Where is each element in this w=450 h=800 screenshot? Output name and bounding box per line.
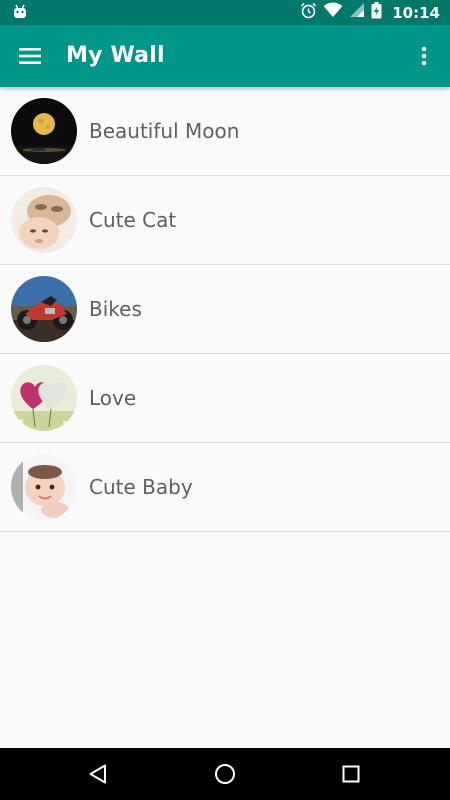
moon-thumbnail — [11, 98, 77, 164]
back-icon[interactable] — [85, 760, 113, 788]
bike-thumbnail — [11, 276, 77, 342]
home-icon[interactable] — [211, 760, 239, 788]
wifi-icon — [323, 2, 343, 23]
alarm-icon — [300, 2, 317, 24]
list-item[interactable]: Cute Cat — [0, 176, 450, 265]
battery-icon — [371, 1, 382, 24]
recents-icon[interactable] — [337, 760, 365, 788]
category-list: Beautiful Moon Cute Cat Bikes Love Cute … — [0, 87, 450, 532]
more-vert-icon[interactable] — [410, 40, 438, 72]
list-item[interactable]: Beautiful Moon — [0, 87, 450, 176]
android-debug-icon — [12, 4, 28, 25]
list-item-label: Beautiful Moon — [89, 119, 240, 143]
hearts-thumbnail — [11, 365, 77, 431]
hamburger-menu-icon[interactable] — [14, 40, 46, 72]
status-time: 10:14 — [392, 3, 440, 22]
app-bar: My Wall — [0, 25, 450, 87]
list-item[interactable]: Bikes — [0, 265, 450, 354]
status-bar: 10:14 — [0, 0, 450, 25]
page-title: My Wall — [66, 43, 165, 68]
list-item-label: Bikes — [89, 297, 142, 321]
list-item-label: Love — [89, 386, 137, 410]
list-item[interactable]: Love — [0, 354, 450, 443]
cat-thumbnail — [11, 187, 77, 253]
list-item-label: Cute Baby — [89, 475, 193, 499]
signal-icon — [349, 2, 365, 23]
baby-thumbnail — [11, 454, 77, 520]
navigation-bar — [0, 748, 450, 800]
list-item-label: Cute Cat — [89, 208, 177, 232]
list-item[interactable]: Cute Baby — [0, 443, 450, 532]
